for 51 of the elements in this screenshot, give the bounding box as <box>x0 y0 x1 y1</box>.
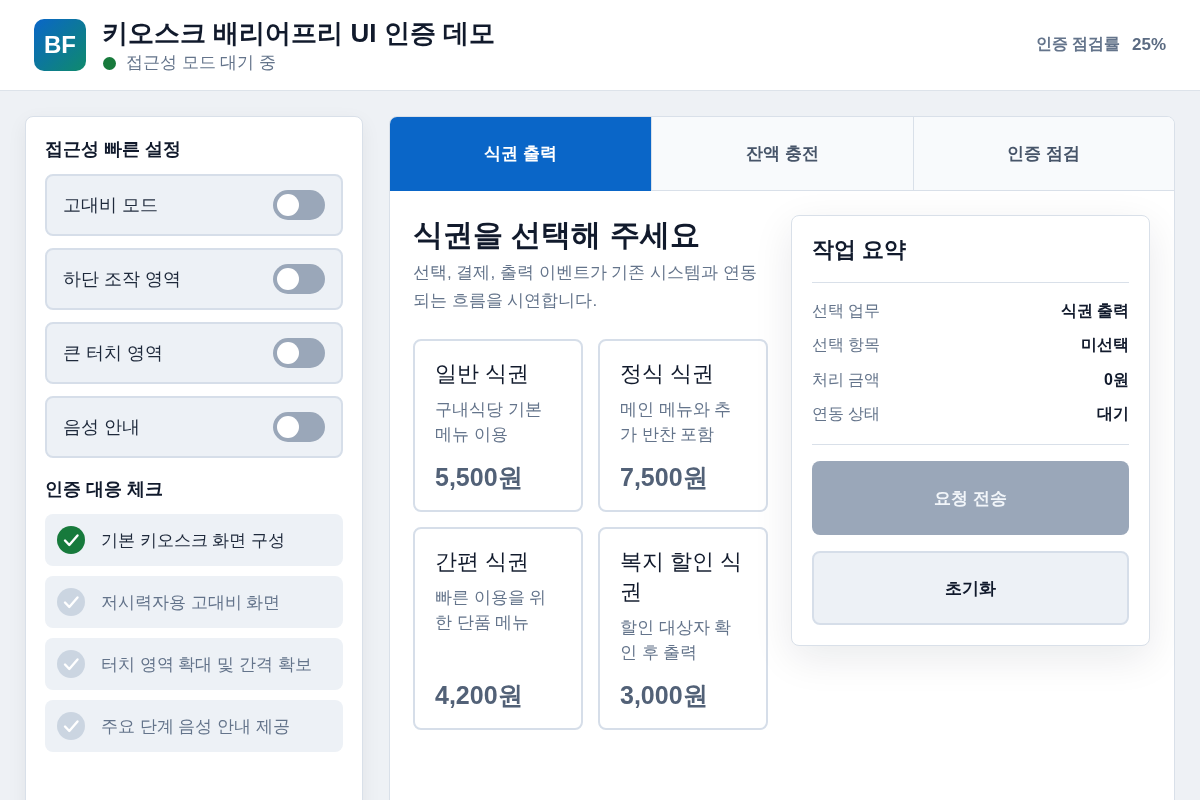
progress-value: 25% <box>1131 34 1166 55</box>
content-heading: 식권을 선택해 주세요 <box>413 217 701 253</box>
ticket-card[interactable]: 복지 할인 식권 할인 대상자 확인 후 출력 3,000원 <box>598 527 768 730</box>
summary-value: 0원 <box>1104 369 1129 390</box>
setting-label: 음성 안내 <box>63 416 140 439</box>
summary-value: 미선택 <box>1081 335 1129 356</box>
ticket-name: 일반 식권 <box>435 360 531 388</box>
progress-label: 인증 점검률 <box>1035 34 1120 54</box>
logo-icon: BF <box>34 19 86 71</box>
toggle-switch[interactable] <box>273 412 325 442</box>
content-description: 선택, 결제, 출력 이벤트가 기존 시스템과 연동되는 흐름을 시연합니다. <box>413 262 758 312</box>
section-title: 접근성 빠른 설정 <box>45 138 182 161</box>
checklist-label: 기본 키오스크 화면 구성 <box>101 529 286 552</box>
ticket-price: 4,200원 <box>435 680 524 711</box>
ticket-price: 3,000원 <box>620 680 709 711</box>
setting-label: 큰 터치 영역 <box>63 342 163 365</box>
setting-label: 고대비 모드 <box>63 194 158 217</box>
summary-title: 작업 요약 <box>812 234 1129 283</box>
toggle-switch[interactable] <box>273 264 325 294</box>
summary-label: 연동 상태 <box>812 404 881 425</box>
ticket-description: 구내식당 기본 메뉴 이용 <box>435 399 543 446</box>
ticket-name: 정식 식권 <box>620 360 716 388</box>
status-dot-icon <box>103 56 116 70</box>
checklist-label: 주요 단계 음성 안내 제공 <box>101 715 290 738</box>
tab[interactable]: 인증 점검 <box>912 117 1174 191</box>
summary-label: 선택 업무 <box>812 300 881 321</box>
setting-label: 하단 조작 영역 <box>63 268 181 291</box>
reset-button[interactable]: 초기화 <box>812 551 1129 625</box>
summary-label: 선택 항목 <box>812 335 881 356</box>
ticket-description: 빠른 이용을 위한 단품 메뉴 <box>435 587 548 634</box>
ticket-card[interactable]: 간편 식권 빠른 이용을 위한 단품 메뉴 4,200원 <box>413 527 583 730</box>
ticket-price: 7,500원 <box>620 462 709 493</box>
checklist-label: 터치 영역 확대 및 간격 확보 <box>101 653 312 676</box>
ticket-name: 복지 할인 식권 <box>620 548 744 606</box>
toggle-switch[interactable] <box>273 190 325 220</box>
status-text: 접근성 모드 대기 중 <box>126 52 277 74</box>
ticket-card[interactable]: 정식 식권 메인 메뉴와 추가 반찬 포함 7,500원 <box>598 339 768 512</box>
ticket-description: 할인 대상자 확인 후 출력 <box>620 617 733 664</box>
summary-label: 처리 금액 <box>812 369 881 390</box>
tab[interactable]: 식권 출력 <box>390 117 652 191</box>
section-title: 인증 대응 체크 <box>45 478 164 501</box>
ticket-name: 간편 식권 <box>435 548 531 576</box>
tab[interactable]: 잔액 충전 <box>651 117 913 191</box>
ticket-description: 메인 메뉴와 추가 반찬 포함 <box>620 399 733 446</box>
summary-value: 대기 <box>1097 404 1129 425</box>
summary-value: 식권 출력 <box>1060 300 1129 321</box>
ticket-price: 5,500원 <box>435 462 524 493</box>
ticket-card[interactable]: 일반 식권 구내식당 기본 메뉴 이용 5,500원 <box>413 339 583 512</box>
toggle-switch[interactable] <box>273 338 325 368</box>
checklist-label: 저시력자용 고대비 화면 <box>101 591 281 614</box>
app-title: 키오스크 배리어프리 UI 인증 데모 <box>102 17 496 50</box>
